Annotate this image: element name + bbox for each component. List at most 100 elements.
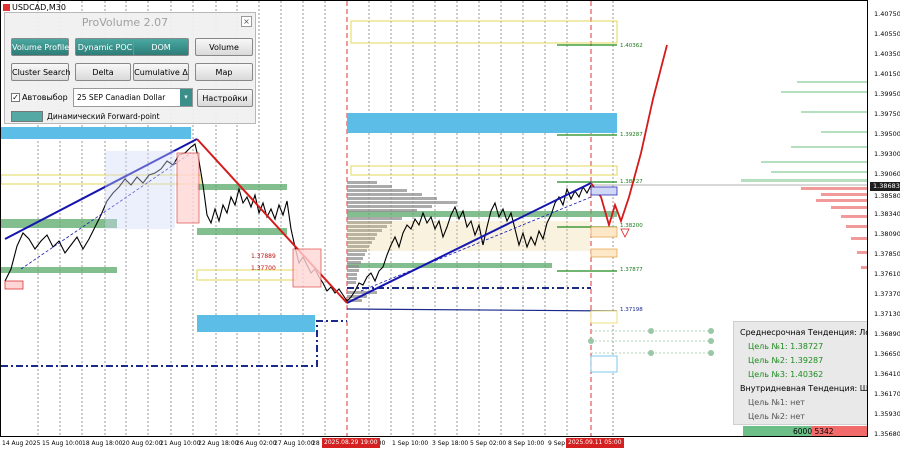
price-tick: 1.37370 <box>874 290 900 298</box>
volume-bar-text: 6000 5342 <box>793 427 834 436</box>
dynamic-forward-label: Динамический Forward-point <box>47 112 160 121</box>
yellow-zone-top <box>350 20 618 44</box>
dynamic-forward-toggle[interactable] <box>11 111 43 122</box>
price-tick: 1.40350 <box>874 50 900 58</box>
red-box-3 <box>4 280 24 290</box>
time-tick: 18 Aug 18:00 <box>82 440 123 447</box>
symbol-select-value: 25 SEP Canadian Dollar <box>77 93 166 102</box>
close-button[interactable]: × <box>241 16 252 27</box>
price-tick: 1.36410 <box>874 370 900 378</box>
blue-box-small <box>590 355 618 373</box>
mid-target-2: Цель №2: 1.39287 <box>748 356 824 365</box>
time-tick: 21 Aug 10:00 <box>160 440 201 447</box>
symbol-text: USDCAD,M30 <box>12 3 66 12</box>
blue-zone-bottom <box>197 315 315 332</box>
symbol-select[interactable]: 25 SEP Canadian Dollar ▾ <box>73 88 193 107</box>
volume-profile-button[interactable]: Volume Profile <box>11 38 69 56</box>
price-tick: 1.37130 <box>874 310 900 318</box>
price-tick: 1.40750 <box>874 10 900 18</box>
price-tick: 1.40550 <box>874 30 900 38</box>
green-zone-4 <box>197 228 287 235</box>
level-label-6: 1.37198 <box>620 307 643 313</box>
time-marker-2: 2025.09.11 05:00 <box>566 438 624 448</box>
intra-target-2: Цель №2: нет <box>748 412 805 421</box>
time-tick: 26 Aug 02:00 <box>236 440 277 447</box>
price-tick: 1.37850 <box>874 250 900 258</box>
delta-button[interactable]: Delta <box>75 63 131 81</box>
mid-target-3: Цель №3: 1.40362 <box>748 370 824 379</box>
price-tick: 1.39750 <box>874 110 900 118</box>
price-tick: 1.36170 <box>874 390 900 398</box>
mid-target-1: Цель №1: 1.38727 <box>748 342 824 351</box>
green-zone-6 <box>347 263 552 268</box>
price-tick: 1.36650 <box>874 350 900 358</box>
price-tick: 1.38580 <box>874 192 900 200</box>
target-circles <box>588 328 714 356</box>
symbol-flag-icon <box>3 4 10 11</box>
forecast-arrow <box>620 228 630 238</box>
volume-profile-right <box>741 81 867 269</box>
time-tick: 5 Sep 02:00 <box>470 440 507 447</box>
intra-target-1: Цель №1: нет <box>748 398 805 407</box>
cumulative-delta-button[interactable]: Cumulative Δ <box>133 63 189 81</box>
price-tick: 1.39500 <box>874 130 900 138</box>
blue-zone-left <box>1 127 191 139</box>
time-tick: 1 Sep 10:00 <box>392 440 429 447</box>
time-tick: 28 <box>312 440 320 447</box>
time-tick: 14 Aug 2025 <box>2 440 41 447</box>
time-tick: 20 Aug 02:00 <box>122 440 163 447</box>
price-tick: 1.35680 <box>874 430 900 438</box>
level-label-4: 1.38200 <box>620 223 643 229</box>
target-dots <box>591 330 711 354</box>
time-tick: 3 Sep 18:00 <box>432 440 469 447</box>
yellow-box-small <box>590 310 618 324</box>
current-price-label: 1.38683 <box>870 182 900 191</box>
dynamic-poc-button[interactable]: Dynamic POC <box>75 38 135 56</box>
provolume-panel[interactable]: ProVolume 2.07 × Volume Profile Dynamic … <box>4 12 256 124</box>
yellow-zone-low <box>196 269 298 281</box>
chart-area[interactable]: USDCAD,M30 1.40362 1.39287 1.38727 1.382… <box>0 0 868 437</box>
box-label-1: 1.37889 <box>251 253 276 260</box>
red-box-2 <box>292 248 322 288</box>
level-label-1: 1.40362 <box>620 43 643 49</box>
green-zone-2 <box>1 267 117 273</box>
dom-button[interactable]: DOM <box>133 38 189 56</box>
blue-box-1 <box>105 151 175 229</box>
time-tick: 22 Aug 18:00 <box>198 440 239 447</box>
symbol-label: USDCAD,M30 <box>3 3 66 12</box>
orange-box-2 <box>590 248 618 258</box>
mid-trend-title: Среднесрочная Тенденция: Лонг <box>740 328 868 337</box>
price-tick: 1.38090 <box>874 230 900 238</box>
green-zone-1 <box>1 219 117 228</box>
price-axis[interactable]: 1.40750 1.40550 1.40350 1.40150 1.39950 … <box>868 0 900 451</box>
time-axis[interactable]: 14 Aug 2025 15 Aug 10:00 18 Aug 18:00 20… <box>0 437 868 451</box>
level-label-5: 1.37877 <box>620 267 643 273</box>
level-label-2: 1.39287 <box>620 132 643 138</box>
price-tick: 1.39060 <box>874 170 900 178</box>
level-line-6 <box>346 308 618 312</box>
price-tick: 1.38340 <box>874 210 900 218</box>
time-marker-1: 2025.08.29 19:00 <box>322 438 380 448</box>
price-tick: 1.40150 <box>874 70 900 78</box>
red-box-1 <box>176 152 200 224</box>
price-tick: 1.37610 <box>874 270 900 278</box>
box-label-2: 1.37700 <box>251 265 276 272</box>
level-label-3: 1.38727 <box>620 179 643 185</box>
settings-button[interactable]: Настройки <box>197 89 253 107</box>
volume-button[interactable]: Volume <box>195 38 253 56</box>
trend-panel: Среднесрочная Тенденция: Лонг Цель №1: 1… <box>733 321 868 425</box>
blue-zone-top <box>347 113 617 133</box>
panel-title: ProVolume 2.07 <box>81 16 169 29</box>
price-tick: 1.36890 <box>874 330 900 338</box>
time-tick: 15 Aug 10:00 <box>42 440 83 447</box>
price-tick: 1.39300 <box>874 150 900 158</box>
map-button[interactable]: Map <box>195 63 253 81</box>
cluster-search-button[interactable]: Cluster Search <box>11 63 70 81</box>
price-tick: 1.39950 <box>874 90 900 98</box>
blue-box-2 <box>590 186 618 196</box>
chevron-down-icon[interactable]: ▾ <box>180 89 192 106</box>
auto-select-checkbox[interactable]: ✓ <box>11 93 20 102</box>
intra-trend-title: Внутридневная Тенденция: Шорт <box>740 384 868 393</box>
time-tick: 8 Sep 10:00 <box>508 440 545 447</box>
orange-box <box>590 226 618 238</box>
